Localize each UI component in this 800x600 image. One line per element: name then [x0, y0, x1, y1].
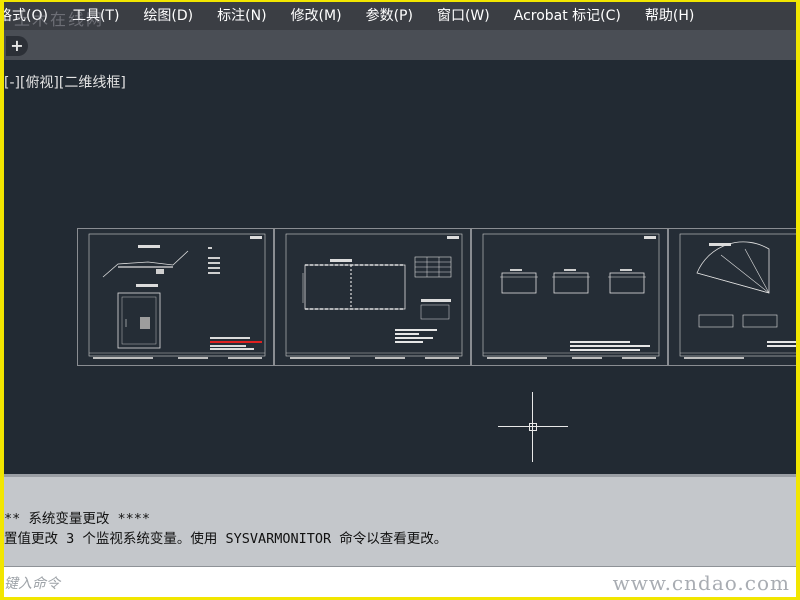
sheet-2-drawing	[285, 233, 463, 359]
menu-help[interactable]: 帮助(H)	[633, 2, 706, 30]
drawing-sheet-1[interactable]	[77, 228, 274, 366]
drawing-sheet-4[interactable]	[668, 228, 796, 366]
menu-parametric[interactable]: 参数(P)	[354, 2, 425, 30]
menu-draw[interactable]: 绘图(D)	[131, 2, 205, 30]
menu-modify[interactable]: 修改(M)	[279, 2, 354, 30]
history-line-1: ** 系统变量更改 ****	[4, 511, 151, 527]
menu-format[interactable]: 格式(O)	[4, 2, 60, 30]
command-history: ** 系统变量更改 **** 置值更改 3 个监视系统变量。使用 SYSVARM…	[4, 474, 796, 566]
command-placeholder: 键入命令	[4, 576, 60, 592]
autocad-window: 格式(O) 工具(T) 绘图(D) 标注(N) 修改(M) 参数(P) 窗口(W…	[4, 2, 796, 597]
sheet-1-drawing	[88, 233, 266, 359]
bottom-watermark: www.cndao.com	[612, 571, 790, 595]
sheet-3-drawing	[482, 233, 660, 359]
command-input[interactable]: 键入命令 www.cndao.com	[4, 566, 796, 597]
pickbox-cursor	[529, 423, 537, 431]
drawing-sheet-2[interactable]	[274, 228, 471, 366]
viewport-controls-label[interactable]: [-][俯视][二维线框]	[4, 72, 126, 92]
file-tab-strip: +	[4, 30, 796, 60]
sheet-4-drawing	[679, 233, 796, 359]
menu-tools[interactable]: 工具(T)	[60, 2, 131, 30]
menu-dimension[interactable]: 标注(N)	[205, 2, 278, 30]
menu-window[interactable]: 窗口(W)	[425, 2, 502, 30]
history-line-2: 置值更改 3 个监视系统变量。使用 SYSVARMONITOR 命令以查看更改。	[4, 531, 448, 547]
menu-acrobat-markup[interactable]: Acrobat 标记(C)	[502, 2, 633, 30]
new-tab-button[interactable]: +	[6, 36, 28, 56]
menu-bar: 格式(O) 工具(T) 绘图(D) 标注(N) 修改(M) 参数(P) 窗口(W…	[4, 2, 796, 30]
drawing-sheet-3[interactable]	[471, 228, 668, 366]
drawing-canvas[interactable]: [-][俯视][二维线框]	[4, 60, 796, 474]
